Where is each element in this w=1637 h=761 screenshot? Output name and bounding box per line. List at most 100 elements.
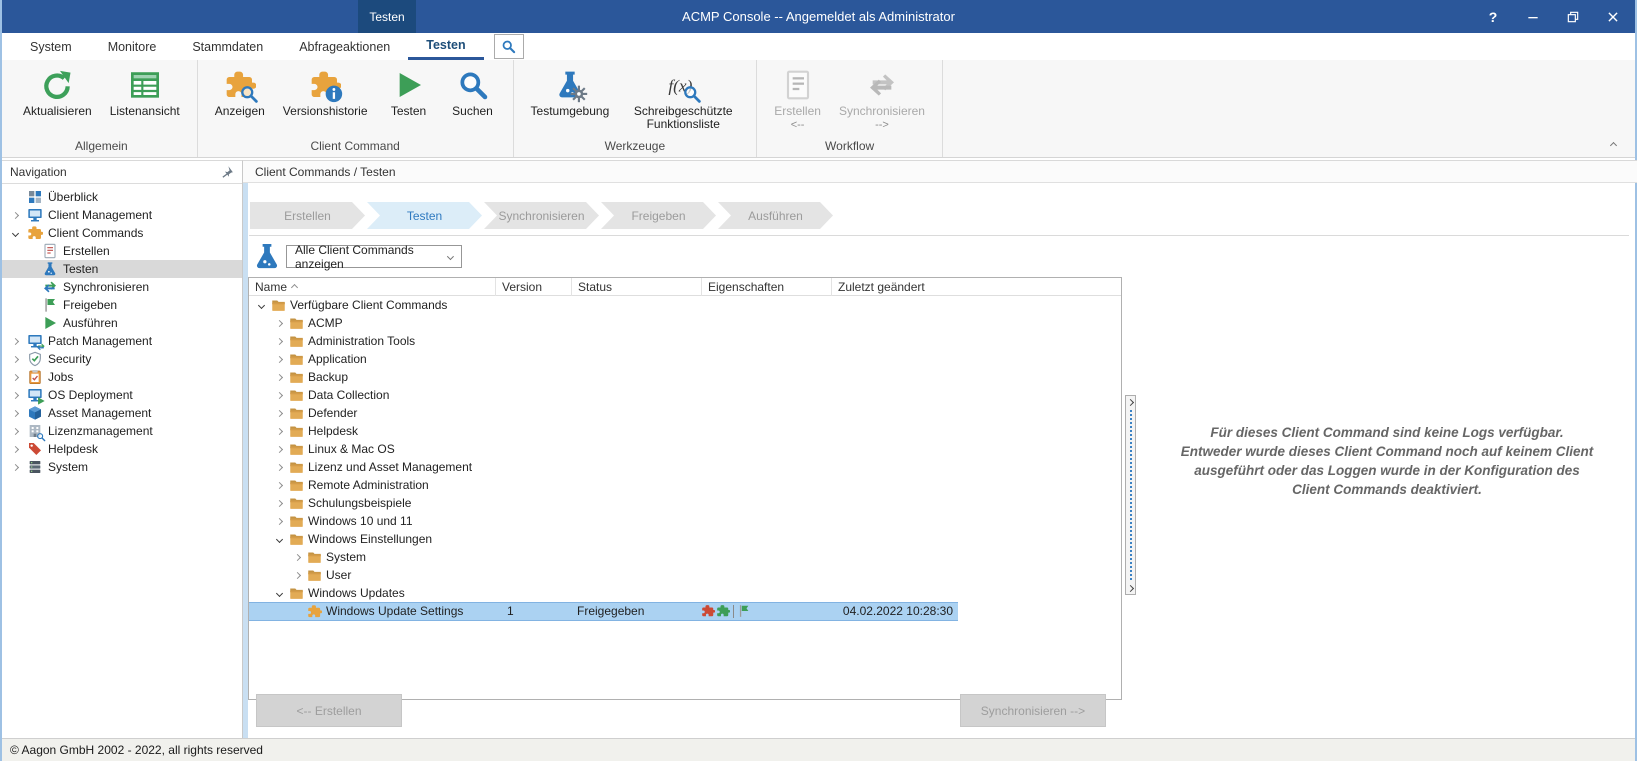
splitter-handle[interactable] (1129, 410, 1132, 580)
workflow-step-ausf-hren[interactable]: Ausführen (718, 202, 833, 229)
menu-item-abfrageaktionen[interactable]: Abfrageaktionen (281, 33, 408, 60)
create-back-button[interactable]: <-- Erstellen (256, 694, 402, 727)
tree-expander[interactable] (273, 535, 285, 543)
tree-expander[interactable] (8, 445, 22, 453)
panel-splitter[interactable] (1125, 395, 1136, 595)
table-row-application[interactable]: Application (249, 350, 1121, 368)
sidebar-item-client-commands[interactable]: Client Commands (2, 224, 242, 242)
table-row-remote-administration[interactable]: Remote Administration (249, 476, 1121, 494)
sidebar-item-testen[interactable]: Testen (2, 260, 242, 278)
table-row-backup[interactable]: Backup (249, 368, 1121, 386)
tree-expander[interactable] (255, 301, 267, 309)
workflow-step-synchronisieren[interactable]: Synchronisieren (484, 202, 599, 229)
column-header-version[interactable]: Version (495, 278, 571, 296)
tree-expander[interactable] (273, 319, 285, 327)
sidebar-item-erstellen[interactable]: Erstellen (2, 242, 242, 260)
restore-button[interactable] (1557, 4, 1589, 30)
minimize-button[interactable] (1517, 4, 1549, 30)
workflow-step-erstellen[interactable]: Erstellen (250, 202, 365, 229)
table-row-verf-gbare-client-commands[interactable]: Verfügbare Client Commands (249, 296, 1121, 314)
close-button[interactable] (1597, 4, 1629, 30)
tree-expander[interactable] (273, 445, 285, 453)
column-header-zuletzt-ge-ndert[interactable]: Zuletzt geändert (831, 278, 956, 296)
ribbon-button-aktualisieren[interactable]: Aktualisieren (16, 64, 99, 121)
table-row-system[interactable]: System (249, 548, 1121, 566)
tree-expander[interactable] (8, 409, 22, 417)
sidebar-item-system[interactable]: System (2, 458, 242, 476)
menu-item-stammdaten[interactable]: Stammdaten (174, 33, 281, 60)
ribbon-button-testumgebung[interactable]: Testumgebung (524, 64, 617, 121)
sidebar-item-client-management[interactable]: Client Management (2, 206, 242, 224)
tree-expander[interactable] (273, 589, 285, 597)
client-command-filter-dropdown[interactable]: Alle Client Commands anzeigen (286, 243, 462, 271)
table-row-linux-mac-os[interactable]: Linux & Mac OS (249, 440, 1121, 458)
table-row-schulungsbeispiele[interactable]: Schulungsbeispiele (249, 494, 1121, 512)
pin-icon[interactable] (220, 165, 234, 179)
workflow-step-freigeben[interactable]: Freigeben (601, 202, 716, 229)
table-row-defender[interactable]: Defender (249, 404, 1121, 422)
sidebar-item-jobs[interactable]: Jobs (2, 368, 242, 386)
tree-expander[interactable] (8, 229, 22, 237)
tree-expander[interactable] (8, 373, 22, 381)
tree-expander[interactable] (291, 571, 303, 579)
table-row-acmp[interactable]: ACMP (249, 314, 1121, 332)
sidebar-item-berblick[interactable]: Überblick (2, 188, 242, 206)
tree-expander[interactable] (273, 499, 285, 507)
tree-expander[interactable] (273, 391, 285, 399)
sidebar-item-security[interactable]: Security (2, 350, 242, 368)
synchronize-forward-button[interactable]: Synchronisieren --> (960, 694, 1106, 727)
title-bar-tab[interactable]: Testen (358, 0, 416, 33)
sidebar-item-lizenzmanagement[interactable]: Lizenzmanagement (2, 422, 242, 440)
ribbon-button-listenansicht[interactable]: Listenansicht (103, 64, 187, 121)
table-row-user[interactable]: User (249, 566, 1121, 584)
column-header-status[interactable]: Status (571, 278, 701, 296)
tree-expander[interactable] (8, 391, 22, 399)
sidebar-item-synchronisieren[interactable]: Synchronisieren (2, 278, 242, 296)
sidebar-item-helpdesk[interactable]: Helpdesk (2, 440, 242, 458)
table-row-windows-update-settings[interactable]: Windows Update Settings 1 Freigegeben 04.02… (249, 602, 1121, 621)
tree-expander[interactable] (8, 337, 22, 345)
sidebar-item-patch-management[interactable]: Patch Management (2, 332, 242, 350)
ribbon-button-schreibgesch-tzte-funktionsliste[interactable]: Schreibgeschützte Funktionsliste (620, 64, 746, 134)
workflow-step-testen[interactable]: Testen (367, 202, 482, 229)
ribbon-button-synchronisieren[interactable]: Synchronisieren --> (832, 64, 932, 134)
table-row-administration-tools[interactable]: Administration Tools (249, 332, 1121, 350)
tree-expander[interactable] (273, 373, 285, 381)
search-button[interactable] (493, 34, 524, 59)
tree-expander[interactable] (273, 427, 285, 435)
tree-expander[interactable] (273, 481, 285, 489)
splitter-expand-top-button[interactable] (1126, 396, 1135, 408)
sidebar-item-os-deployment[interactable]: OS Deployment (2, 386, 242, 404)
table-row-windows-updates[interactable]: Windows Updates (249, 584, 1121, 602)
table-row-data-collection[interactable]: Data Collection (249, 386, 1121, 404)
table-row-helpdesk[interactable]: Helpdesk (249, 422, 1121, 440)
help-button[interactable]: ? (1477, 4, 1509, 30)
table-row-lizenz-und-asset-management[interactable]: Lizenz und Asset Management (249, 458, 1121, 476)
ribbon-button-suchen[interactable]: Suchen (443, 64, 503, 121)
tree-expander[interactable] (273, 409, 285, 417)
collapse-ribbon-button[interactable] (1605, 138, 1621, 152)
menu-item-system[interactable]: System (12, 33, 90, 60)
table-row-windows-einstellungen[interactable]: Windows Einstellungen (249, 530, 1121, 548)
tree-expander[interactable] (8, 355, 22, 363)
tree-expander[interactable] (8, 427, 22, 435)
tree-expander[interactable] (8, 463, 22, 471)
ribbon-button-erstellen[interactable]: Erstellen <-- (767, 64, 828, 134)
tree-expander[interactable] (273, 337, 285, 345)
ribbon-button-testen[interactable]: Testen (379, 64, 439, 121)
sidebar-item-asset-management[interactable]: Asset Management (2, 404, 242, 422)
ribbon-button-anzeigen[interactable]: Anzeigen (208, 64, 272, 121)
column-header-eigenschaften[interactable]: Eigenschaften (701, 278, 831, 296)
tree-expander[interactable] (273, 517, 285, 525)
tree-expander[interactable] (273, 463, 285, 471)
tree-expander[interactable] (273, 355, 285, 363)
ribbon-button-versionshistorie[interactable]: Versionshistorie (276, 64, 375, 121)
tree-expander[interactable] (8, 211, 22, 219)
menu-item-monitore[interactable]: Monitore (90, 33, 175, 60)
sidebar-item-ausf-hren[interactable]: Ausführen (2, 314, 242, 332)
menu-item-testen[interactable]: Testen (408, 33, 484, 60)
column-header-name[interactable]: Name (249, 278, 495, 296)
tree-expander[interactable] (291, 553, 303, 561)
table-row-windows-10-und-11[interactable]: Windows 10 und 11 (249, 512, 1121, 530)
splitter-expand-bottom-button[interactable] (1126, 582, 1135, 594)
